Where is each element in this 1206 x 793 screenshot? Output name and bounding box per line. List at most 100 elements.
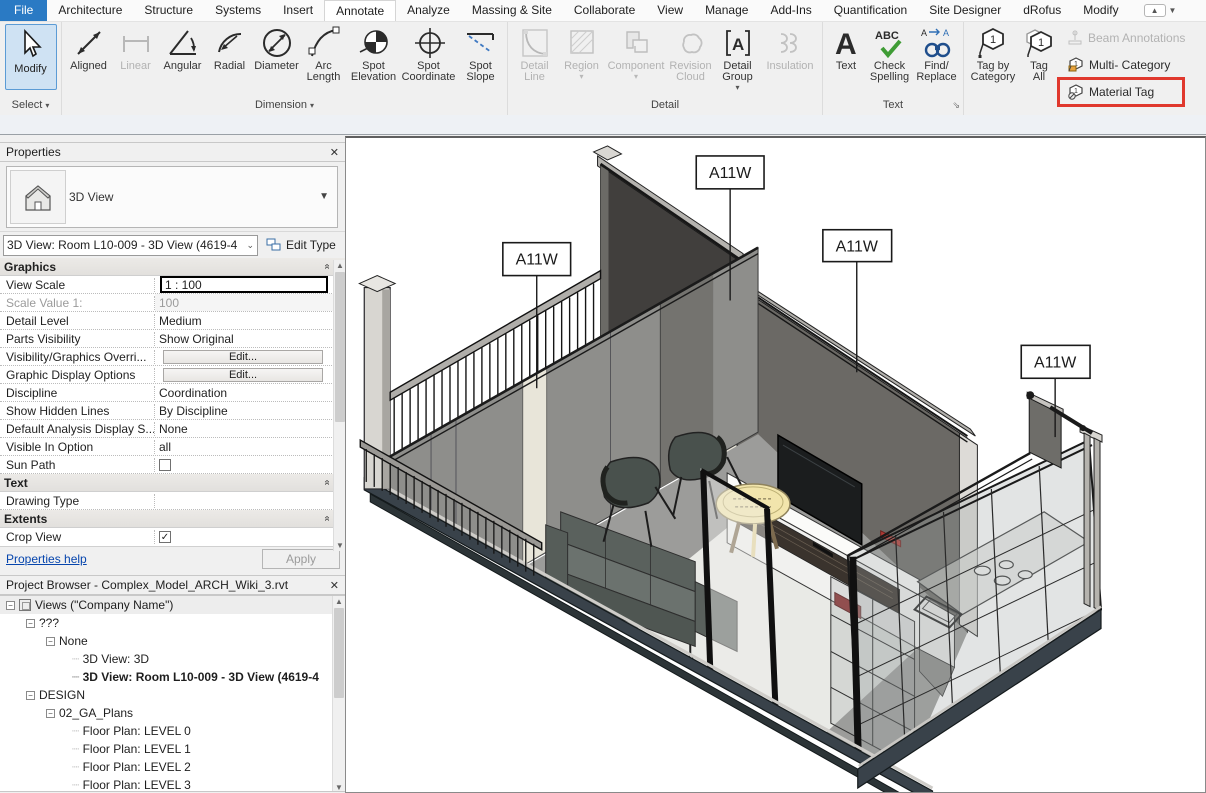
panel-label-select[interactable]: Select ▾ (0, 97, 61, 115)
section-extents[interactable]: Extents» (0, 510, 346, 528)
text-button[interactable]: A Text (826, 24, 866, 94)
default-analysis-value[interactable]: None (155, 420, 346, 437)
view-scale-input[interactable]: 1 : 100 (160, 276, 328, 293)
tree-item-none[interactable]: − None (0, 632, 345, 650)
detail-group-button[interactable]: A Detail Group▾ (714, 24, 761, 94)
close-icon[interactable]: ✕ (330, 579, 339, 592)
tree-item-design[interactable]: − DESIGN (0, 686, 345, 704)
dialog-launcher-icon[interactable]: ⇘ (952, 97, 960, 113)
tab-architecture[interactable]: Architecture (47, 0, 133, 21)
tree-item-unknown[interactable]: − ??? (0, 614, 345, 632)
collapse-toggle-icon[interactable]: − (6, 601, 15, 610)
tree-item-floor-plan-level0[interactable]: ┈ Floor Plan: LEVEL 0 (0, 722, 345, 740)
check-spelling-label: Check Spelling (870, 61, 909, 83)
tab-massing-site[interactable]: Massing & Site (461, 0, 563, 21)
detail-group-icon: A (721, 26, 755, 60)
drawing-type-value[interactable] (155, 492, 346, 509)
svg-text:A: A (732, 35, 744, 54)
material-tag-button[interactable]: 1 Material Tag (1063, 80, 1189, 104)
tab-annotate[interactable]: Annotate (324, 0, 396, 21)
tag-all-button[interactable]: 1 Tag All (1019, 24, 1059, 94)
tab-analyze[interactable]: Analyze (396, 0, 461, 21)
tree-item-3d-view-3d[interactable]: ┈ 3D View: 3D (0, 650, 345, 668)
discipline-value[interactable]: Coordination (155, 384, 346, 401)
close-icon[interactable]: ✕ (330, 146, 339, 159)
drawing-area[interactable]: A11W A11W A11W A11W (345, 136, 1206, 793)
tab-site-designer[interactable]: Site Designer (918, 0, 1012, 21)
type-selector-dropdown[interactable]: 3D View: Room L10-009 - 3D View (4619-4 … (3, 235, 258, 256)
tree-item-floor-plan-level2[interactable]: ┈ Floor Plan: LEVEL 2 (0, 758, 345, 776)
tab-collaborate[interactable]: Collaborate (563, 0, 646, 21)
spot-slope-button[interactable]: Spot Slope (457, 24, 504, 94)
visible-in-option-value[interactable]: all (155, 438, 346, 455)
chevron-down-icon[interactable]: ▼ (319, 191, 329, 202)
tab-view[interactable]: View (646, 0, 694, 21)
tree-item-views-root[interactable]: − Views ("Company Name") (0, 596, 345, 614)
ribbon-minimize-icon[interactable]: ▲ (1144, 4, 1166, 17)
collapse-toggle-icon[interactable]: − (46, 637, 55, 646)
tag-by-category-button[interactable]: 1 Tag by Category (967, 24, 1019, 94)
aligned-label: Aligned (70, 61, 107, 72)
panel-select: Modify Select ▾ (0, 22, 62, 115)
sun-path-checkbox[interactable] (159, 459, 171, 471)
spot-coordinate-button[interactable]: Spot Coordinate (400, 24, 457, 94)
tab-drofus[interactable]: dRofus (1012, 0, 1072, 21)
scrollbar-thumb[interactable] (335, 272, 345, 422)
tab-insert[interactable]: Insert (272, 0, 324, 21)
aligned-button[interactable]: Aligned (65, 24, 112, 94)
scroll-up-icon[interactable]: ▲ (333, 596, 345, 606)
element-type-selector[interactable]: 3D View ▼ (6, 166, 338, 228)
browser-scrollbar[interactable]: ▲ ▼ (332, 596, 345, 792)
collapse-toggle-icon[interactable]: − (46, 709, 55, 718)
collapse-icon[interactable]: » (322, 264, 333, 270)
section-graphics[interactable]: Graphics» (0, 258, 346, 276)
modify-button[interactable]: Modify (5, 24, 57, 90)
find-replace-button[interactable]: A A Find/ Replace (913, 24, 960, 94)
collapse-toggle-icon[interactable]: − (26, 619, 35, 628)
properties-title-bar[interactable]: Properties ✕ (0, 142, 346, 162)
collapse-icon[interactable]: » (322, 480, 333, 486)
vg-overrides-edit-button[interactable]: Edit... (163, 350, 323, 364)
parts-visibility-value[interactable]: Show Original (155, 330, 346, 347)
properties-help-link[interactable]: Properties help (6, 552, 87, 566)
ribbon-body: Modify Select ▾ Aligned (0, 22, 1206, 115)
ribbon: File Architecture Structure Systems Inse… (0, 0, 1206, 115)
tree-item-ga-plans[interactable]: − 02_GA_Plans (0, 704, 345, 722)
tab-modify[interactable]: Modify (1072, 0, 1129, 21)
arc-length-button[interactable]: Arc Length (300, 24, 347, 94)
scrollbar-thumb[interactable] (334, 608, 344, 698)
radial-button[interactable]: Radial (206, 24, 253, 94)
tab-systems[interactable]: Systems (204, 0, 272, 21)
ribbon-display-toggle[interactable]: ▲ ▼ (1144, 0, 1177, 21)
spot-elevation-button[interactable]: Spot Elevation (347, 24, 400, 94)
panel-label-dimension[interactable]: Dimension ▾ (62, 97, 507, 115)
check-spelling-button[interactable]: ABC Check Spelling (866, 24, 913, 94)
apply-button[interactable]: Apply (262, 549, 340, 569)
edit-type-button[interactable]: Edit Type (262, 234, 340, 256)
tree-item-3d-view-room[interactable]: ┈ 3D View: Room L10-009 - 3D View (4619-… (0, 668, 345, 686)
tree-item-floor-plan-level1[interactable]: ┈ Floor Plan: LEVEL 1 (0, 740, 345, 758)
crop-view-checkbox[interactable]: ✓ (159, 531, 171, 543)
chevron-down-icon[interactable]: ⌄ (246, 240, 254, 251)
collapse-toggle-icon[interactable]: − (26, 691, 35, 700)
show-hidden-lines-value[interactable]: By Discipline (155, 402, 346, 419)
tab-manage[interactable]: Manage (694, 0, 759, 21)
tab-add-ins[interactable]: Add-Ins (759, 0, 822, 21)
section-text[interactable]: Text» (0, 474, 346, 492)
detail-level-value[interactable]: Medium (155, 312, 346, 329)
scroll-down-icon[interactable]: ▼ (333, 783, 345, 792)
graphic-display-edit-button[interactable]: Edit... (163, 368, 323, 382)
project-browser-title-bar[interactable]: Project Browser - Complex_Model_ARCH_Wik… (0, 575, 346, 595)
tab-file[interactable]: File (0, 0, 47, 21)
tab-structure[interactable]: Structure (133, 0, 204, 21)
diameter-button[interactable]: Diameter (253, 24, 300, 94)
multi-category-button[interactable]: 1 Multi- Category (1063, 53, 1189, 77)
svg-text:A11W: A11W (836, 239, 878, 256)
chevron-down-icon[interactable]: ▼ (1169, 6, 1177, 15)
collapse-icon[interactable]: » (322, 516, 333, 522)
tree-item-floor-plan-level3[interactable]: ┈ Floor Plan: LEVEL 3 (0, 776, 345, 792)
angular-button[interactable]: Angular (159, 24, 206, 94)
panel-label-text[interactable]: Text ⇘ (823, 97, 963, 115)
tab-quantification[interactable]: Quantification (823, 0, 918, 21)
panel-label-detail[interactable]: Detail (508, 97, 822, 115)
